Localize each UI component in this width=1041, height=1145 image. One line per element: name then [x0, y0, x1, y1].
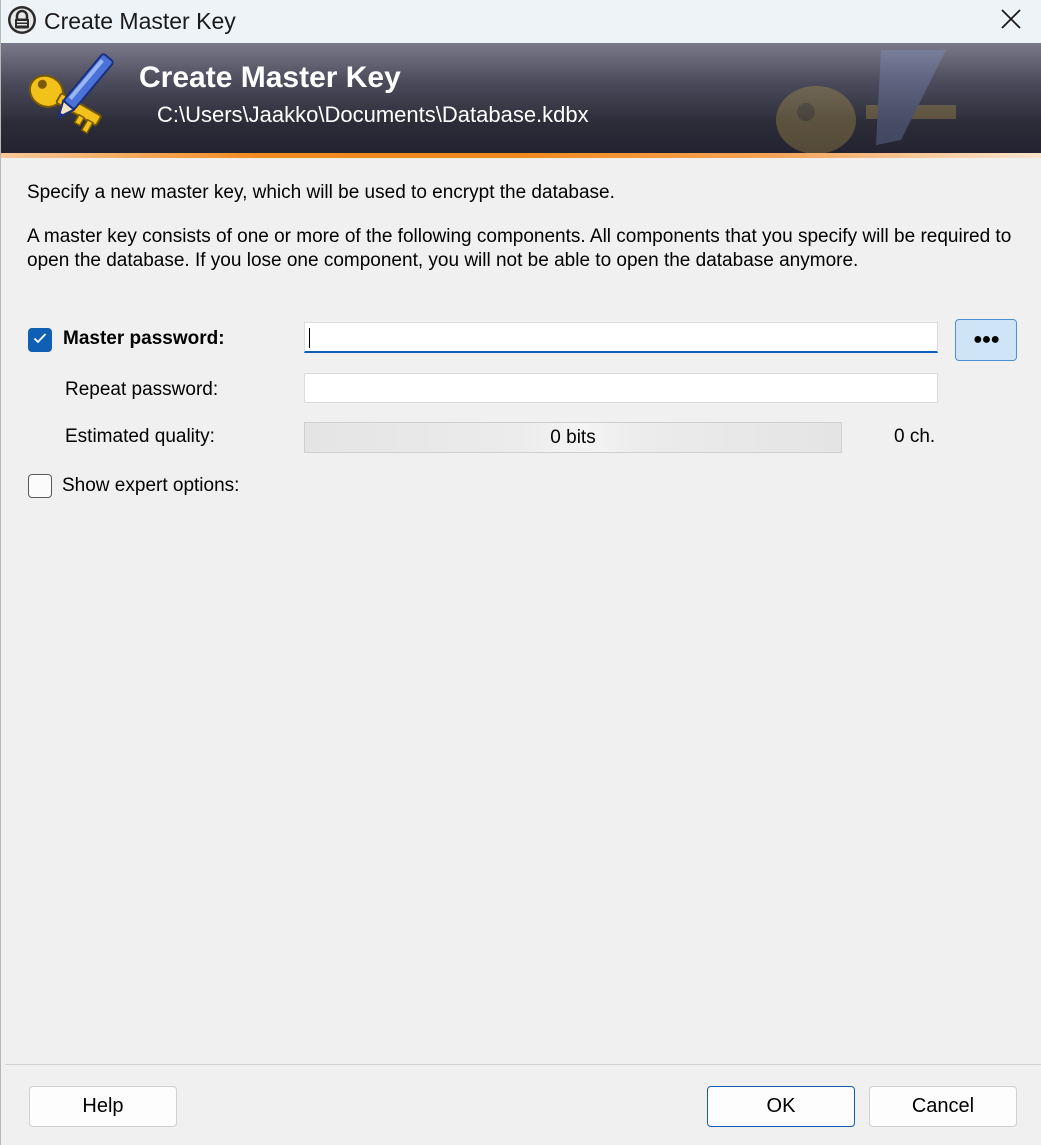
ok-button[interactable]: OK [707, 1086, 855, 1127]
key-pen-icon [21, 52, 115, 148]
components-description: A master key consists of one or more of … [27, 226, 1012, 271]
master-password-input[interactable] [304, 322, 938, 353]
quality-bits-text: 0 bits [550, 426, 596, 448]
expert-options-label[interactable]: Show expert options: [62, 475, 239, 497]
text-caret [309, 328, 310, 348]
repeat-password-input[interactable] [304, 373, 938, 403]
banner-title: Create Master Key [139, 61, 401, 94]
quality-progress-bar: 0 bits [304, 422, 842, 453]
password-length-text: 0 ch. [894, 426, 936, 447]
banner-accent-stripe [1, 153, 1041, 158]
key-pen-watermark-icon [761, 40, 961, 155]
estimated-quality-label: Estimated quality: [65, 426, 215, 447]
repeat-password-label: Repeat password: [65, 379, 219, 400]
expert-options-checkbox[interactable] [28, 474, 52, 498]
help-button[interactable]: Help [29, 1086, 177, 1127]
footer-separator [5, 1064, 1041, 1065]
cancel-button[interactable]: Cancel [869, 1086, 1017, 1127]
close-button[interactable] [980, 0, 1041, 43]
close-icon [1000, 8, 1022, 35]
master-password-checkbox[interactable] [28, 328, 52, 352]
keepass-lock-icon [7, 5, 37, 35]
window-title: Create Master Key [44, 8, 236, 34]
master-password-label[interactable]: Master password: [63, 328, 225, 350]
show-password-toggle-button[interactable]: ●●● [955, 319, 1017, 361]
intro-text: Specify a new master key, which will be … [27, 182, 615, 203]
database-path: C:\Users\Jaakko\Documents\Database.kdbx [157, 102, 589, 127]
title-bar: Create Master Key [1, 0, 1041, 43]
checkmark-icon [33, 331, 47, 349]
create-master-key-dialog: Create Master Key Create Master Key C:\U… [0, 0, 1041, 1145]
